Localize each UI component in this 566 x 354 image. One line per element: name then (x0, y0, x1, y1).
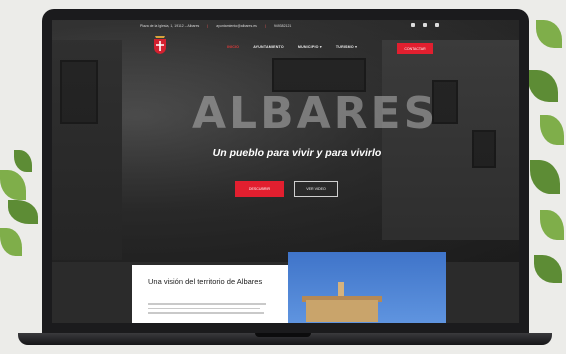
topbar-address: Plaza de la Iglesia, 1, 19112 – Albares (140, 23, 200, 28)
topbar: Plaza de la Iglesia, 1, 19112 – Albares … (52, 20, 519, 31)
nav-item-municipio[interactable]: MUNICIPIO ▾ (298, 45, 322, 49)
topbar-email[interactable]: ayuntamiento@albares.es (216, 24, 257, 28)
laptop-notch (255, 333, 311, 337)
section-text-lines (148, 303, 268, 317)
intro-card: Una visión del territorio de Albares (132, 265, 288, 323)
chevron-down-icon: ▾ (319, 45, 322, 49)
nav-item-inicio[interactable]: INICIO (227, 45, 239, 49)
church-photo (288, 252, 446, 323)
hero-title: ALBARES (192, 88, 439, 139)
social-icons (411, 23, 439, 27)
nav-item-ayuntamiento[interactable]: AYUNTAMIENTO (253, 45, 284, 49)
hero-subtitle: Un pueblo para vivir y para vivirlo (212, 147, 382, 159)
youtube-icon[interactable] (435, 23, 439, 27)
facebook-icon[interactable] (411, 23, 415, 27)
topbar-phone[interactable]: 949382121 (274, 24, 292, 28)
video-button[interactable]: VER VIDEO (294, 181, 338, 197)
website-screen: Plaza de la Iglesia, 1, 19112 – Albares … (52, 20, 519, 323)
chevron-down-icon: ▾ (355, 45, 358, 49)
nav-item-turismo[interactable]: TURISMO ▾ (336, 45, 357, 49)
instagram-icon[interactable] (423, 23, 427, 27)
discover-button[interactable]: DESCUBRIR (235, 181, 284, 197)
section-title: Una visión del territorio de Albares (148, 277, 263, 286)
main-nav: INICIO AYUNTAMIENTO MUNICIPIO ▾ TURISMO … (227, 45, 357, 49)
contact-button[interactable]: CONTACTAR (397, 43, 433, 54)
coat-of-arms-icon[interactable] (152, 35, 168, 55)
